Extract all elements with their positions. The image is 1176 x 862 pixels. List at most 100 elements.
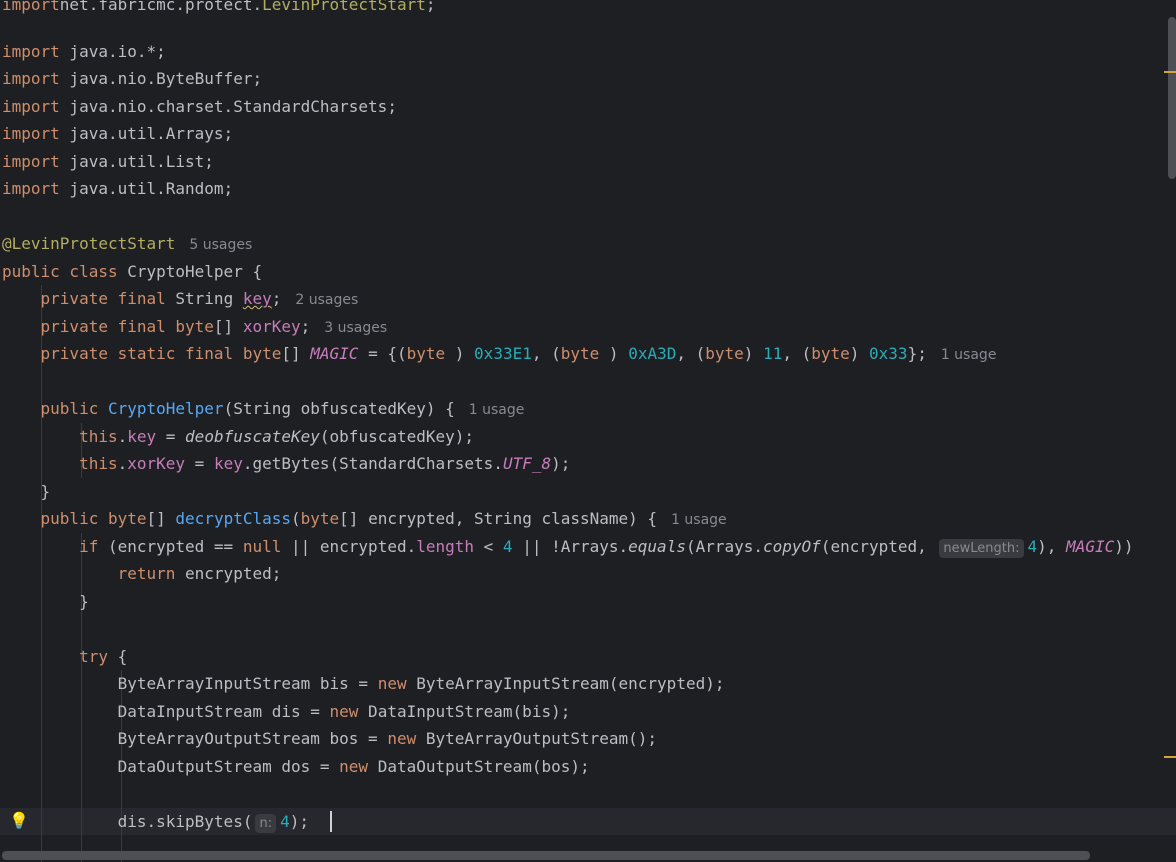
code-token: MAGIC [310, 344, 359, 363]
code-token: decryptClass [175, 509, 291, 528]
code-token: new [377, 674, 407, 693]
code-token: [] [146, 509, 176, 528]
usages-hint[interactable]: 5 usages [189, 237, 252, 253]
code-line[interactable]: DataInputStream dis = new DataInputStrea… [2, 698, 571, 725]
code-token: public byte [40, 509, 147, 528]
code-token: .getBytes(StandardCharsets. [242, 454, 503, 473]
code-line[interactable]: import java.util.Random; [2, 175, 233, 202]
usages-hint[interactable]: 2 usages [295, 292, 358, 308]
code-token: 11 [763, 344, 783, 363]
code-line[interactable]: if (encrypted == null || encrypted.lengt… [2, 533, 1133, 560]
code-line[interactable]: import java.nio.ByteBuffer; [2, 65, 262, 92]
code-token: CryptoHelper { [117, 262, 263, 281]
code-token: , ( [531, 344, 561, 363]
code-token: DataInputStream(bis); [358, 702, 571, 721]
code-token: ); [289, 812, 319, 831]
code-token: )) [1114, 537, 1134, 556]
code-line[interactable]: this.xorKey = key.getBytes(StandardChars… [2, 450, 570, 477]
code-token: ); [551, 454, 571, 473]
code-line[interactable]: import java.nio.charset.StandardCharsets… [2, 93, 397, 120]
code-token: this [79, 427, 118, 446]
code-line[interactable]: import java.util.Arrays; [2, 120, 233, 147]
vertical-scrollbar[interactable] [1168, 17, 1176, 179]
code-token: 0x33E1 [474, 344, 532, 363]
code-line[interactable]: } [2, 588, 89, 615]
code-token: java.nio.ByteBuffer; [59, 69, 263, 88]
code-line[interactable]: @LevinProtectStart 5 usages [2, 230, 252, 257]
code-line[interactable]: importnet.fabricmc.protect.LevinProtectS… [2, 0, 436, 18]
code-token: ) [445, 344, 475, 363]
code-token: key [127, 427, 157, 446]
code-token: DataOutputStream(bos); [368, 757, 590, 776]
code-token: import [2, 42, 60, 61]
code-token: this [79, 454, 118, 473]
code-token: MAGIC [1066, 537, 1115, 556]
code-line[interactable]: public byte[] decryptClass(byte[] encryp… [2, 505, 727, 532]
code-line[interactable]: public CryptoHelper(String obfuscatedKey… [2, 395, 525, 422]
code-token: ; [425, 0, 436, 14]
code-line[interactable]: ByteArrayInputStream bis = new ByteArray… [2, 670, 725, 697]
code-token: copyOf [763, 537, 821, 556]
code-line[interactable]: return encrypted; [2, 560, 282, 587]
code-line[interactable]: DataOutputStream dos = new DataOutputStr… [2, 753, 590, 780]
code-token: (encrypted, [820, 537, 937, 556]
code-token: ByteArrayOutputStream(); [416, 729, 658, 748]
code-token: import [2, 97, 60, 116]
code-line[interactable]: private final byte[] xorKey; 3 usages [2, 313, 388, 340]
code-line[interactable]: import java.util.List; [2, 148, 214, 175]
usages-hint[interactable]: 3 usages [324, 320, 387, 336]
code-token: DataInputStream dis = [2, 702, 330, 721]
code-line[interactable]: this.key = deobfuscateKey(obfuscatedKey)… [2, 423, 474, 450]
code-token: key [242, 289, 272, 308]
code-token: String [165, 289, 243, 308]
code-editor[interactable]: importnet.fabricmc.protect.LevinProtectS… [0, 0, 1176, 862]
code-token: byte [811, 344, 850, 363]
code-token: xorKey [127, 454, 186, 473]
code-token: 0xA3D [628, 344, 677, 363]
code-token: import [2, 0, 60, 14]
code-token: . [117, 454, 128, 473]
code-token: byte [406, 344, 446, 363]
code-token: java.nio.charset.StandardCharsets; [59, 97, 397, 116]
code-line[interactable]: public class CryptoHelper { [2, 258, 262, 285]
horizontal-scrollbar[interactable] [2, 851, 1090, 860]
lightbulb-icon[interactable]: 💡 [9, 811, 29, 831]
code-line[interactable]: dis.skipBytes(n: 4); [2, 808, 319, 835]
code-line[interactable]: import java.io.*; [2, 38, 166, 65]
code-line[interactable]: try { [2, 643, 127, 670]
code-token: java.io.*; [59, 42, 166, 61]
scroll-marker[interactable] [1164, 71, 1176, 73]
code-token: import [2, 179, 60, 198]
code-token: (Arrays. [685, 537, 764, 556]
code-token: dis.skipBytes( [2, 812, 253, 831]
code-token: @LevinProtectStart [2, 234, 176, 253]
code-line[interactable]: private static final byte[] MAGIC = {(by… [2, 340, 997, 367]
usages-hint[interactable]: 1 usage [469, 402, 525, 418]
code-token: { [107, 647, 128, 666]
code-token: ByteArrayInputStream bis = [2, 674, 378, 693]
code-token: [] [213, 317, 243, 336]
usages-hint[interactable]: 1 usage [941, 347, 997, 363]
usages-hint[interactable]: 1 usage [671, 512, 727, 528]
code-token: private final byte [40, 317, 214, 336]
code-token: import [2, 69, 60, 88]
code-token: 4 [280, 812, 290, 831]
code-token: new [339, 757, 369, 776]
code-token: 0x33 [869, 344, 908, 363]
code-token: LevinProtectStart [262, 0, 426, 14]
code-token: private final [40, 289, 166, 308]
code-line[interactable]: ByteArrayOutputStream bos = new ByteArra… [2, 725, 657, 752]
code-line[interactable]: private final String key; 2 usages [2, 285, 359, 312]
scroll-marker[interactable] [1164, 756, 1176, 758]
code-token: encrypted; [175, 564, 282, 583]
code-token: ; [271, 289, 282, 308]
code-line[interactable]: } [2, 478, 51, 505]
